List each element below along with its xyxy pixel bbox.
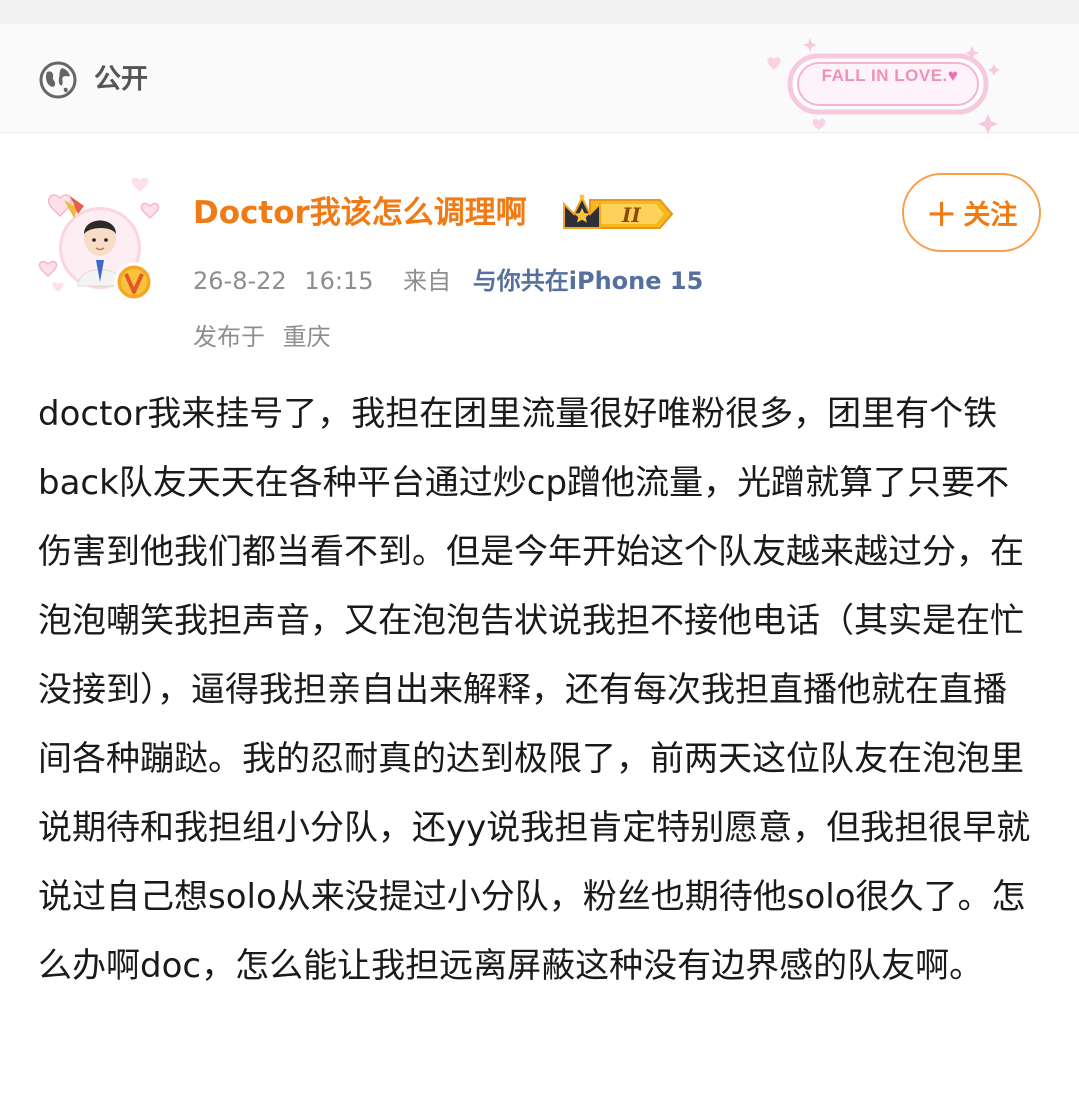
heart-icon: ♥	[947, 66, 959, 85]
source-device-link[interactable]: 与你共在iPhone 15	[473, 267, 704, 295]
visibility-label: 公开	[94, 64, 148, 95]
fall-in-love-sticker: FALL IN LOVE.♥	[760, 34, 1000, 134]
post-meta: 26-8-22 16:15 来自 与你共在iPhone 15	[193, 264, 703, 298]
globe-icon	[39, 61, 77, 99]
plus-icon: +	[925, 190, 958, 235]
follow-label: 关注	[963, 200, 1018, 231]
post-date: 26-8-22	[193, 267, 287, 295]
location-label: 发布于	[193, 323, 265, 351]
avatar[interactable]	[34, 177, 164, 304]
crown-icon[interactable]: II	[560, 192, 674, 236]
post-time: 16:15	[304, 267, 374, 295]
follow-button[interactable]: + 关注	[902, 173, 1041, 252]
source-label: 来自	[403, 267, 452, 295]
badge-level: II	[621, 203, 641, 227]
avatar-image	[34, 177, 164, 304]
location-city[interactable]: 重庆	[283, 323, 331, 351]
post-text: doctor我来挂号了，我担在团里流量很好唯粉很多，团里有个铁back队友天天在…	[38, 394, 1031, 986]
top-strip	[0, 0, 1079, 24]
post-location: 发布于 重庆	[193, 320, 331, 354]
author-name[interactable]: Doctor我该怎么调理啊	[193, 192, 527, 234]
visibility-bar[interactable]: 公开 FALL IN LOVE.♥	[0, 24, 1079, 134]
sticker-text: FALL IN LOVE.♥	[821, 66, 959, 85]
